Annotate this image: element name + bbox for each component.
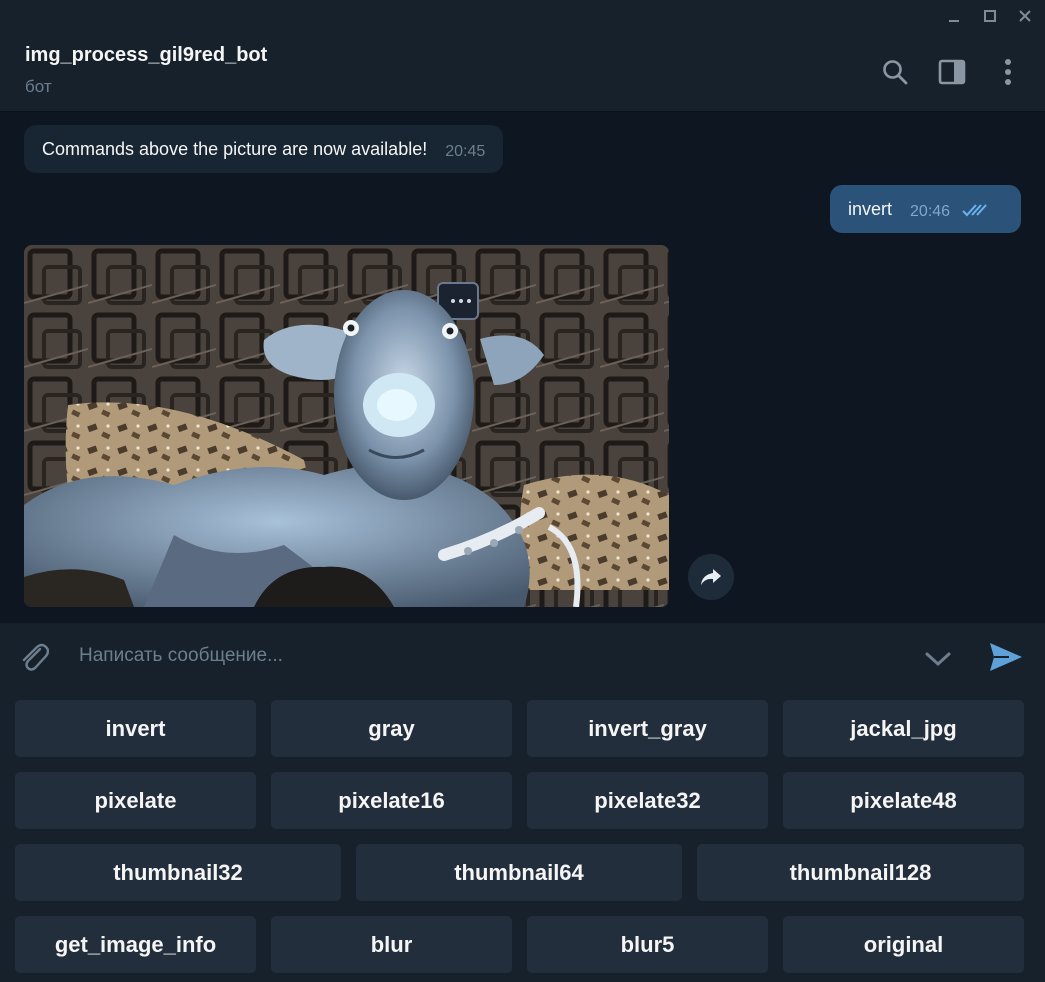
kb-button-pixelate16[interactable]: pixelate16 — [271, 772, 512, 829]
kb-button-invert[interactable]: invert — [15, 700, 256, 757]
outgoing-message[interactable]: invert 20:46 — [830, 185, 1021, 233]
search-icon[interactable] — [879, 56, 911, 88]
side-panel-icon[interactable] — [936, 56, 968, 88]
kb-button-thumbnail128[interactable]: thumbnail128 — [697, 844, 1024, 901]
send-icon[interactable] — [986, 639, 1026, 675]
message-text: invert — [848, 198, 893, 219]
kb-button-pixelate48[interactable]: pixelate48 — [783, 772, 1024, 829]
message-time: 20:46 — [910, 203, 951, 220]
maximize-icon[interactable] — [978, 4, 1002, 28]
chat-subtitle: бот — [25, 77, 52, 96]
minimize-icon[interactable] — [942, 4, 966, 28]
message-input[interactable] — [79, 637, 879, 675]
chat-title[interactable]: img_process_gil9red_bot — [25, 44, 267, 67]
kb-button-pixelate[interactable]: pixelate — [15, 772, 256, 829]
message-list[interactable]: Commands above the picture are now avail… — [0, 113, 1045, 623]
chat-header: img_process_gil9red_bot бот — [0, 32, 1045, 112]
kb-button-gray[interactable]: gray — [271, 700, 512, 757]
kb-button-thumbnail64[interactable]: thumbnail64 — [356, 844, 682, 901]
window-titlebar — [0, 0, 1045, 32]
paperclip-icon[interactable] — [16, 639, 52, 675]
read-checkmarks-icon — [962, 202, 988, 223]
chevron-down-icon[interactable] — [920, 641, 956, 677]
message-text: Commands above the picture are now avail… — [42, 138, 428, 159]
incoming-message[interactable]: Commands above the picture are now avail… — [24, 125, 504, 173]
message-composer — [0, 623, 1045, 690]
more-vertical-icon[interactable] — [992, 56, 1024, 88]
kb-button-original[interactable]: original — [783, 916, 1024, 973]
kb-button-jackal-jpg[interactable]: jackal_jpg — [783, 700, 1024, 757]
inverted-dog-photo[interactable] — [24, 245, 669, 607]
kb-button-thumbnail32[interactable]: thumbnail32 — [15, 844, 341, 901]
close-icon[interactable] — [1013, 4, 1037, 28]
forward-button[interactable] — [688, 554, 734, 600]
kb-button-blur[interactable]: blur — [271, 916, 512, 973]
kb-button-get-image-info[interactable]: get_image_info — [15, 916, 256, 973]
message-time: 20:45 — [445, 143, 486, 160]
bot-keyboard: invert gray invert_gray jackal_jpg pixel… — [0, 690, 1045, 982]
kb-button-invert-gray[interactable]: invert_gray — [527, 700, 768, 757]
forward-arrow-icon — [701, 569, 721, 585]
kb-button-pixelate32[interactable]: pixelate32 — [527, 772, 768, 829]
kb-button-blur5[interactable]: blur5 — [527, 916, 768, 973]
